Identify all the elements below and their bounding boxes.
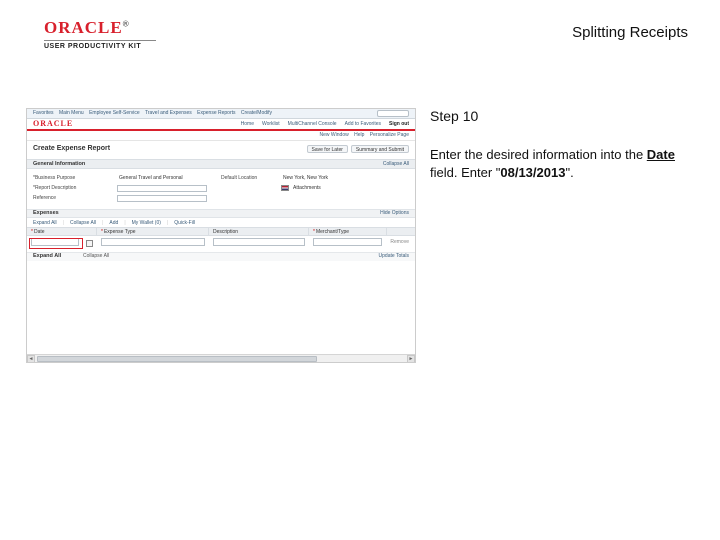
horizontal-scrollbar[interactable]: ◄ ► [27,354,415,362]
link-new-window[interactable]: New Window [320,132,349,138]
col-merchant: Merchant/Type [316,229,349,235]
crumb[interactable]: Travel and Expenses [145,110,192,116]
tab-worklist[interactable]: Worklist [262,121,280,127]
expense-table-header: *Date *Expense Type Description *Merchan… [27,227,415,236]
brand-logo: ORACLE [44,18,123,37]
col-description: Description [213,229,238,235]
crumb[interactable]: Create/Modify [241,110,272,116]
nav-crumb-bar: Favorites Main Menu Employee Self-Servic… [27,109,415,119]
attachments-link[interactable]: Attachments [291,185,321,191]
sub-bar: New Window Help Personalize Page [27,131,415,141]
business-purpose-value[interactable]: General Travel and Personal [117,175,183,181]
crumb[interactable]: Favorites [33,110,54,116]
business-purpose-label: *Business Purpose [33,175,117,181]
scroll-right-icon[interactable]: ► [407,355,415,363]
reference-input[interactable] [117,195,207,202]
collapse-all-link[interactable]: Collapse All [383,161,409,167]
lower-collapse-all[interactable]: Collapse All [83,253,109,259]
brand-subtitle: USER PRODUCTIVITY KIT [44,40,156,50]
form-heading: Create Expense Report [33,145,110,152]
calendar-icon[interactable] [86,240,93,247]
merchant-input[interactable] [313,238,383,246]
tab-home[interactable]: Home [241,121,254,127]
save-for-later-button[interactable]: Save for Later [307,145,348,153]
default-location-value: New York, New York [281,175,328,181]
quickfill-link[interactable]: Quick-Fill [174,220,195,226]
reference-label: Reference [33,195,117,201]
table-row: Remove [27,236,415,248]
add-link[interactable]: Add [109,220,118,226]
remove-icon[interactable]: Remove [390,239,409,245]
hide-options-link[interactable]: Hide Options [380,210,409,216]
summary-submit-button[interactable]: Summary and Submit [351,145,409,153]
app-logo: ORACLE [33,119,73,128]
section-general-label: General Information [33,161,85,167]
expand-all-link[interactable]: Expand All [33,220,57,226]
update-totals-link[interactable]: Update Totals [379,253,409,259]
tab-favorites[interactable]: Add to Favorites [345,121,381,127]
crumb[interactable]: Employee Self-Service [89,110,140,116]
embedded-screenshot: Favorites Main Menu Employee Self-Servic… [26,108,416,363]
report-description-label: *Report Description [33,185,117,191]
lower-expand-all[interactable]: Expand All [33,253,61,259]
scroll-left-icon[interactable]: ◄ [27,355,35,363]
instruction-value: 08/13/2013 [500,165,565,180]
col-date: Date [34,229,45,235]
scroll-thumb[interactable] [37,356,317,362]
search-input[interactable] [377,110,409,117]
instruction-text: Enter the desired information into the D… [430,146,680,181]
link-personalize[interactable]: Personalize Page [370,132,409,138]
page-title: Splitting Receipts [572,24,688,41]
section-expenses-label: Expenses [33,210,59,216]
crumb[interactable]: Expense Reports [197,110,235,116]
col-expense-type: Expense Type [104,229,136,235]
expense-type-input[interactable] [101,238,205,246]
link-help[interactable]: Help [354,132,364,138]
brand-block: ORACLE® USER PRODUCTIVITY KIT [44,18,156,50]
description-input[interactable] [213,238,305,246]
my-wallet-link[interactable]: My Wallet (0) [132,220,161,226]
report-description-input[interactable] [117,185,207,192]
instruction-field-name: Date [647,147,675,162]
brand-bar: ORACLE Home Worklist MultiChannel Consol… [27,119,415,131]
flag-icon [281,185,289,191]
collapse-all-link[interactable]: Collapse All [70,220,96,226]
tab-mcc[interactable]: MultiChannel Console [288,121,337,127]
crumb[interactable]: Main Menu [59,110,84,116]
step-label: Step 10 [430,108,680,124]
tab-signout[interactable]: Sign out [389,121,409,127]
default-location-label: Default Location [221,175,281,181]
date-field-highlight [29,238,83,249]
brand-trademark: ® [123,20,129,29]
